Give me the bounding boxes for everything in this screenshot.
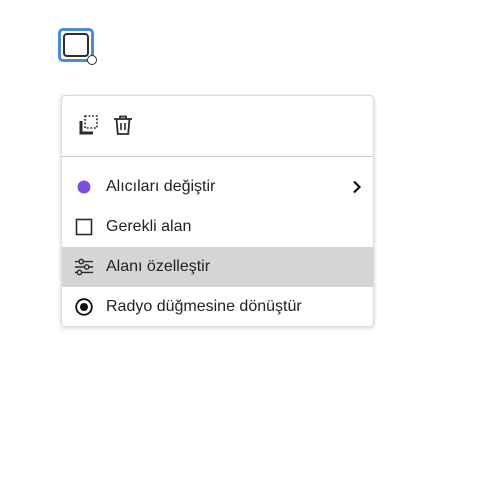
duplicate-icon — [77, 113, 101, 142]
checkbox-icon — [74, 217, 94, 237]
menu-item-convert-to-radio[interactable]: Radyo düğmesine dönüştür — [62, 287, 373, 327]
radio-button-icon — [74, 297, 94, 317]
trash-icon — [111, 113, 135, 142]
menu-item-required-field[interactable]: Gerekli alan — [62, 207, 373, 247]
menu-item-customize-field[interactable]: Alanı özelleştir — [62, 247, 373, 287]
checkbox-field-box — [63, 33, 89, 57]
document-canvas: Alıcıları değiştir Gerekli alan Alanı öz… — [0, 0, 490, 489]
menu-divider — [62, 156, 373, 157]
menu-item-change-recipients[interactable]: Alıcıları değiştir — [62, 167, 373, 207]
menu-item-label: Alıcıları değiştir — [106, 178, 216, 195]
menu-item-label: Radyo düğmesine dönüştür — [106, 298, 302, 315]
chevron-right-icon — [351, 180, 363, 194]
sliders-icon — [74, 257, 94, 277]
menu-item-label: Gerekli alan — [106, 218, 192, 235]
field-context-menu: Alıcıları değiştir Gerekli alan Alanı öz… — [61, 95, 374, 327]
duplicate-button[interactable] — [76, 114, 102, 140]
delete-button[interactable] — [110, 114, 136, 140]
checkbox-form-field[interactable] — [58, 28, 97, 65]
menu-item-label: Alanı özelleştir — [106, 258, 211, 275]
purple-dot-icon — [74, 177, 94, 197]
menu-toolbar — [62, 96, 373, 156]
resize-handle[interactable] — [87, 55, 97, 65]
